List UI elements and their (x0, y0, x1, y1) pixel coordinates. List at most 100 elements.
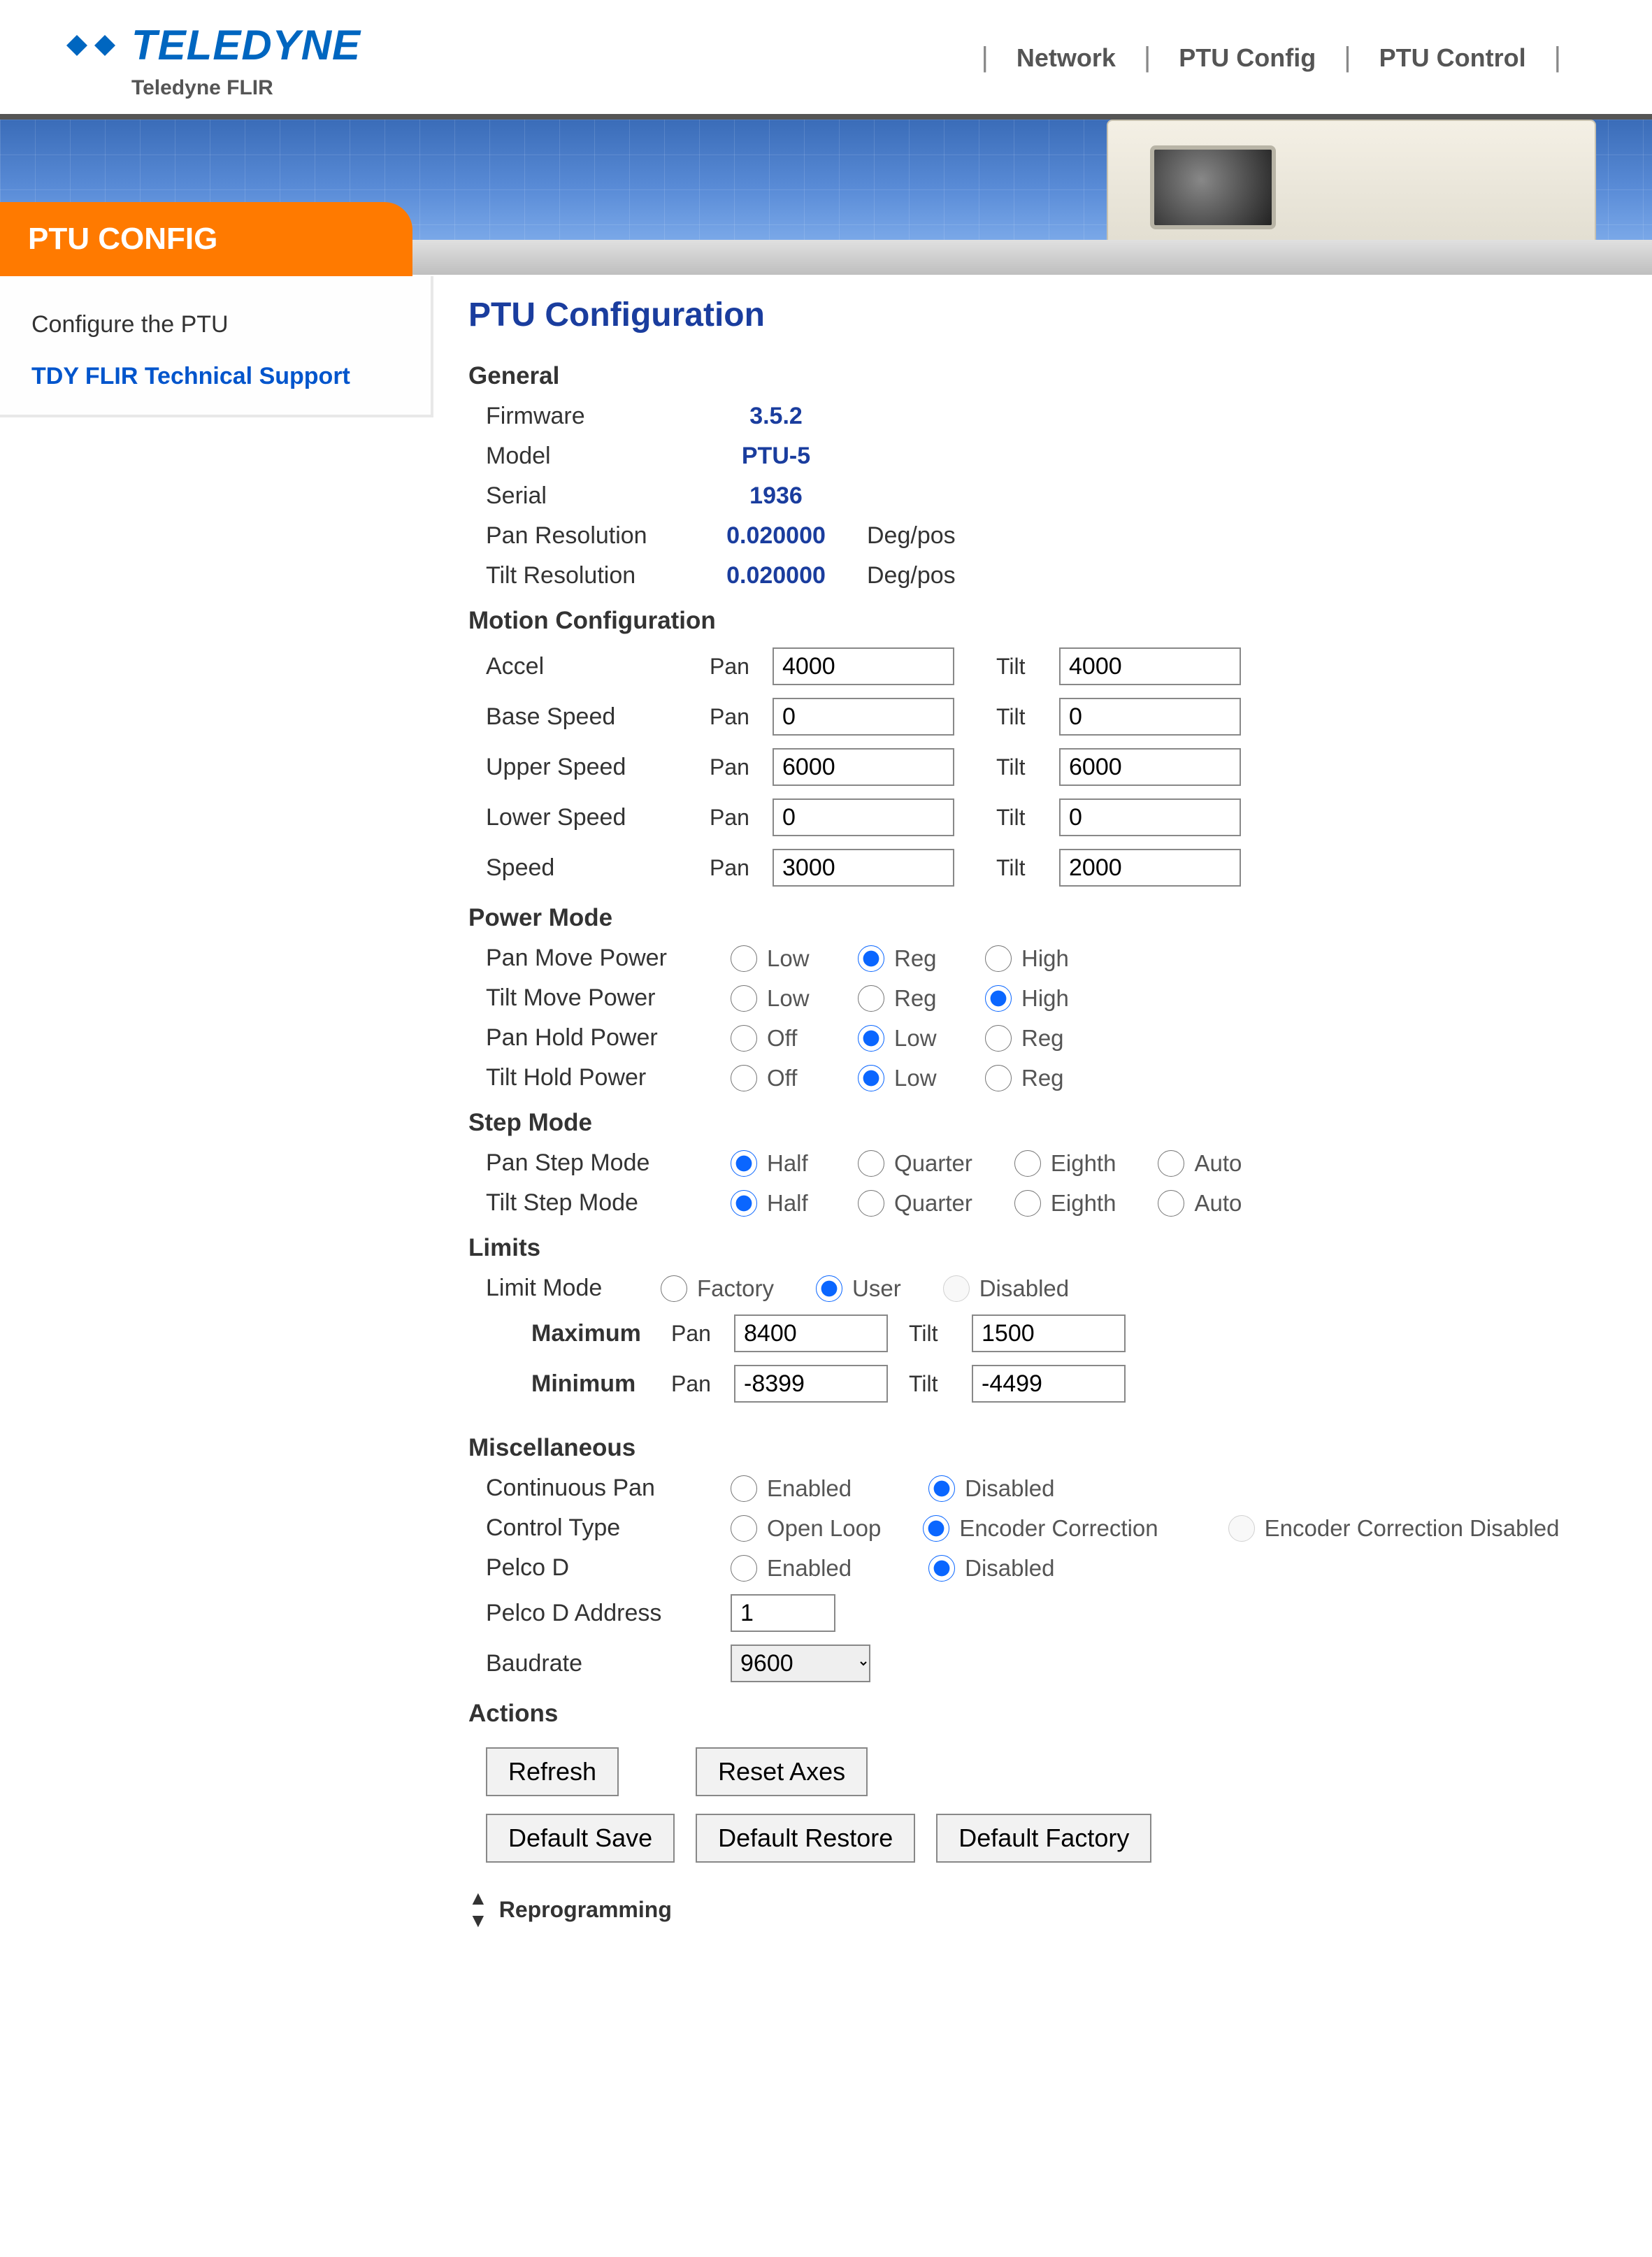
sidebar: PTU CONFIG Configure the PTU TDY FLIR Te… (0, 275, 433, 2023)
control-encoder-correction-disabled: Encoder Correction Disabled (1228, 1515, 1581, 1542)
pelco-enabled[interactable]: Enabled (731, 1555, 872, 1582)
refresh-button[interactable]: Refresh (486, 1747, 619, 1796)
section-misc: Miscellaneous (468, 1434, 1617, 1462)
row-pelco-d: Pelco D Enabled Disabled (486, 1554, 1617, 1582)
teledyne-logo-icon (63, 28, 119, 63)
tilt-step-quarter[interactable]: Quarter (858, 1190, 993, 1217)
pan-hold-power-label: Pan Hold Power (486, 1024, 731, 1052)
row-model: Model PTU-5 (486, 443, 1617, 470)
pelco-addr-label: Pelco D Address (486, 1600, 731, 1627)
reprogramming-toggle[interactable]: ▲▼ Reprogramming (468, 1887, 1617, 1932)
cont-pan-disabled[interactable]: Disabled (928, 1475, 1075, 1502)
upper-pan-input[interactable] (773, 748, 954, 786)
pan-axis-label: Pan (710, 654, 773, 680)
baud-select[interactable]: 9600 (731, 1645, 870, 1682)
sidebar-body: Configure the PTU TDY FLIR Technical Sup… (0, 276, 433, 417)
base-pan-input[interactable] (773, 698, 954, 736)
row-serial: Serial 1936 (486, 482, 1617, 510)
tilt-move-low[interactable]: Low (731, 985, 837, 1012)
tiltres-label: Tilt Resolution (486, 562, 703, 589)
tilt-step-auto[interactable]: Auto (1158, 1190, 1264, 1217)
tilt-step-label: Tilt Step Mode (486, 1189, 731, 1217)
pan-move-low[interactable]: Low (731, 945, 837, 972)
tilt-axis-label: Tilt (996, 654, 1059, 680)
pan-move-reg[interactable]: Reg (858, 945, 964, 972)
row-tilt-move-power: Tilt Move Power Low Reg High (486, 984, 1617, 1012)
tilt-step-eighth[interactable]: Eighth (1014, 1190, 1137, 1217)
tilt-axis-label: Tilt (996, 855, 1059, 881)
nav-ptu-config[interactable]: PTU Config (1179, 43, 1316, 73)
default-save-button[interactable]: Default Save (486, 1814, 675, 1863)
accel-pan-input[interactable] (773, 647, 954, 685)
row-lower-speed: Lower Speed Pan Tilt (486, 798, 1617, 836)
row-pelco-address: Pelco D Address (486, 1594, 1617, 1632)
accel-tilt-input[interactable] (1059, 647, 1241, 685)
pan-step-quarter[interactable]: Quarter (858, 1150, 993, 1177)
tilt-hold-low[interactable]: Low (858, 1065, 964, 1091)
row-accel: Accel Pan Tilt (486, 647, 1617, 685)
tilt-axis-label: Tilt (996, 805, 1059, 831)
pan-hold-reg[interactable]: Reg (985, 1025, 1091, 1052)
min-tilt-input[interactable] (972, 1365, 1126, 1403)
pan-hold-off[interactable]: Off (731, 1025, 837, 1052)
sidebar-item-support[interactable]: TDY FLIR Technical Support (31, 363, 399, 390)
row-limit-mode: Limit Mode Factory User Disabled (486, 1275, 1617, 1302)
pan-hold-low[interactable]: Low (858, 1025, 964, 1052)
page-header: TELEDYNE Teledyne FLIR | Network | PTU C… (0, 0, 1652, 114)
main-area: PTU CONFIG Configure the PTU TDY FLIR Te… (0, 275, 1652, 2023)
row-pan-move-power: Pan Move Power Low Reg High (486, 945, 1617, 972)
control-encoder-correction[interactable]: Encoder Correction (923, 1515, 1179, 1542)
pelco-d-label: Pelco D (486, 1554, 731, 1582)
pan-step-eighth[interactable]: Eighth (1014, 1150, 1137, 1177)
tilt-axis-label: Tilt (909, 1371, 972, 1397)
camera-image (1107, 120, 1596, 240)
lower-tilt-input[interactable] (1059, 798, 1241, 836)
tiltres-value: 0.020000 (703, 562, 849, 589)
nav-separator: | (1344, 42, 1351, 73)
lower-pan-input[interactable] (773, 798, 954, 836)
nav-ptu-control[interactable]: PTU Control (1379, 43, 1526, 73)
default-restore-button[interactable]: Default Restore (696, 1814, 915, 1863)
pan-axis-label: Pan (710, 805, 773, 831)
pan-step-half[interactable]: Half (731, 1150, 837, 1177)
row-control-type: Control Type Open Loop Encoder Correctio… (486, 1514, 1617, 1542)
pan-step-auto[interactable]: Auto (1158, 1150, 1264, 1177)
tilt-hold-reg[interactable]: Reg (985, 1065, 1091, 1091)
section-general: General (468, 362, 1617, 390)
reprogramming-label: Reprogramming (499, 1897, 672, 1923)
control-open-loop[interactable]: Open Loop (731, 1515, 902, 1542)
min-label: Minimum (531, 1370, 671, 1398)
row-limit-max: Maximum Pan Tilt (531, 1314, 1617, 1352)
upper-tilt-input[interactable] (1059, 748, 1241, 786)
row-pan-hold-power: Pan Hold Power Off Low Reg (486, 1024, 1617, 1052)
limit-factory[interactable]: Factory (661, 1275, 795, 1302)
speed-pan-input[interactable] (773, 849, 954, 887)
max-tilt-input[interactable] (972, 1314, 1126, 1352)
row-pan-resolution: Pan Resolution 0.020000 Deg/pos (486, 522, 1617, 550)
tilt-step-half[interactable]: Half (731, 1190, 837, 1217)
cont-pan-label: Continuous Pan (486, 1475, 731, 1502)
pelco-addr-input[interactable] (731, 1594, 835, 1632)
tilt-move-reg[interactable]: Reg (858, 985, 964, 1012)
pelco-disabled[interactable]: Disabled (928, 1555, 1075, 1582)
base-tilt-input[interactable] (1059, 698, 1241, 736)
limit-user[interactable]: User (816, 1275, 922, 1302)
min-pan-input[interactable] (734, 1365, 888, 1403)
pan-axis-label: Pan (710, 855, 773, 881)
tilt-move-high[interactable]: High (985, 985, 1091, 1012)
max-pan-input[interactable] (734, 1314, 888, 1352)
pan-move-high[interactable]: High (985, 945, 1091, 972)
accel-label: Accel (486, 653, 710, 680)
speed-tilt-input[interactable] (1059, 849, 1241, 887)
limit-disabled: Disabled (943, 1275, 1090, 1302)
reset-axes-button[interactable]: Reset Axes (696, 1747, 868, 1796)
default-factory-button[interactable]: Default Factory (936, 1814, 1151, 1863)
tilt-hold-off[interactable]: Off (731, 1065, 837, 1091)
top-nav: | Network | PTU Config | PTU Control | (953, 42, 1589, 73)
pan-axis-label: Pan (671, 1371, 734, 1397)
control-type-label: Control Type (486, 1514, 731, 1542)
row-base-speed: Base Speed Pan Tilt (486, 698, 1617, 736)
nav-network[interactable]: Network (1017, 43, 1116, 73)
cont-pan-enabled[interactable]: Enabled (731, 1475, 872, 1502)
sidebar-item-configure[interactable]: Configure the PTU (31, 301, 399, 363)
